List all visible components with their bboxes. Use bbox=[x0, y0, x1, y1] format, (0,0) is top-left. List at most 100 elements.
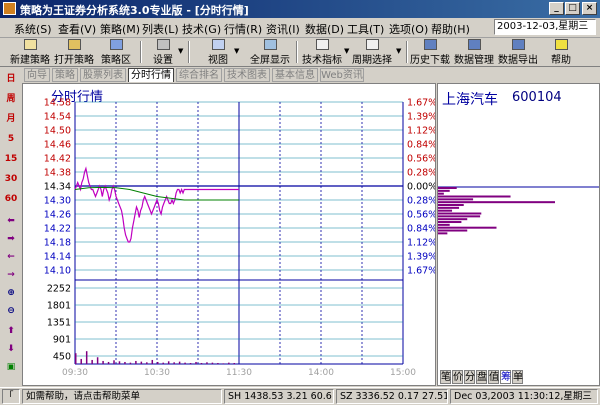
price-tick-label: 14.22 bbox=[44, 224, 71, 235]
price-distribution-bar bbox=[438, 192, 444, 195]
percent-tick-label: 0.84% bbox=[407, 140, 435, 151]
history-download-button[interactable]: 历史下载 bbox=[410, 39, 450, 66]
arrow-left-end-icon[interactable]: ← bbox=[3, 249, 19, 265]
period-60min-button[interactable]: 60 bbox=[3, 191, 19, 207]
volume-chart bbox=[75, 351, 236, 364]
detail-tab-orders[interactable]: 单 bbox=[512, 370, 523, 384]
strategy-area-button[interactable]: 策略区 bbox=[100, 39, 132, 66]
detail-tab-price[interactable]: 价 bbox=[452, 370, 463, 384]
price-distribution-bar bbox=[438, 198, 474, 201]
arrow-down-icon[interactable]: ⬇ bbox=[3, 341, 19, 357]
volume-bar bbox=[85, 351, 88, 364]
settings-button[interactable]: 设置 bbox=[150, 39, 176, 66]
close-button[interactable]: × bbox=[582, 2, 597, 15]
tab-tech-chart[interactable]: 技术图表 bbox=[224, 68, 270, 82]
window-title: 策略为王证券分析系统3.0专业版 - [分时行情] bbox=[20, 4, 249, 17]
intraday-chart[interactable]: 分时行情 14.5814.5414.5014.4614.4214.3814.34… bbox=[23, 84, 435, 385]
period-select-dropdown-icon[interactable]: ▼ bbox=[396, 47, 401, 55]
tab-wizard[interactable]: 向导 bbox=[24, 68, 50, 82]
tech-indicators-dropdown-icon[interactable]: ▼ bbox=[344, 47, 349, 55]
menu-help[interactable]: 帮助(H) bbox=[431, 21, 470, 37]
volume-bar bbox=[222, 363, 225, 364]
period-30min-button[interactable]: 30 bbox=[3, 171, 19, 187]
detail-tab-value[interactable]: 值 bbox=[488, 370, 499, 384]
detail-tab-trades[interactable]: 笔 bbox=[440, 370, 451, 384]
menu-strategy[interactable]: 策略(M) bbox=[100, 21, 140, 37]
percent-tick-label: 0.28% bbox=[407, 196, 435, 207]
maximize-button[interactable]: □ bbox=[565, 2, 580, 15]
detail-tab-minute[interactable]: 分 bbox=[464, 370, 475, 384]
app-icon bbox=[3, 2, 16, 15]
menu-system[interactable]: 系统(S) bbox=[14, 21, 52, 37]
volume-tick-label: 1351 bbox=[47, 318, 71, 329]
menu-view[interactable]: 查看(V) bbox=[58, 21, 96, 37]
zoom-out-icon[interactable]: ⊖ bbox=[3, 303, 19, 319]
status-datetime: Dec 03,2003 11:30:12,星期三 bbox=[450, 389, 598, 404]
tab-ranking[interactable]: 综合排名 bbox=[176, 68, 222, 82]
period-week-button[interactable]: 周 bbox=[3, 91, 19, 107]
data-manage-icon bbox=[467, 39, 481, 50]
zoom-in-icon[interactable]: ⊕ bbox=[3, 285, 19, 301]
tech-indicators-button[interactable]: 技术指标 bbox=[302, 39, 342, 66]
percent-tick-label: 1.67% bbox=[407, 98, 435, 109]
arrow-right-end-icon[interactable]: → bbox=[3, 267, 19, 283]
date-field[interactable]: 2003-12-03,星期三 bbox=[494, 19, 596, 35]
menu-list[interactable]: 列表(L) bbox=[142, 21, 179, 37]
settings-dropdown-icon[interactable]: ▼ bbox=[178, 47, 183, 55]
open-strategy-button[interactable]: 打开策略 bbox=[54, 39, 94, 66]
view-dropdown-icon[interactable]: ▼ bbox=[234, 47, 239, 55]
help-button[interactable]: 帮助 bbox=[548, 39, 574, 66]
menu-options[interactable]: 选项(O) bbox=[389, 21, 428, 37]
detail-tab-chips[interactable]: 筹 bbox=[500, 370, 511, 384]
percent-tick-label: 1.12% bbox=[407, 238, 435, 249]
price-tick-label: 14.50 bbox=[44, 126, 71, 137]
arrow-right-icon[interactable]: ➡ bbox=[3, 231, 19, 247]
period-5min-button[interactable]: 5 bbox=[3, 131, 19, 147]
price-tick-label: 14.38 bbox=[44, 168, 71, 179]
data-export-button[interactable]: 数据导出 bbox=[498, 39, 538, 66]
folder-icon bbox=[67, 39, 81, 50]
price-distribution-bars bbox=[438, 187, 555, 235]
volume-bar bbox=[96, 357, 99, 364]
menu-tech[interactable]: 技术(G) bbox=[182, 21, 221, 37]
tab-web-info[interactable]: Web资讯 bbox=[320, 68, 364, 82]
strategy-area-label: 策略区 bbox=[101, 55, 131, 66]
tab-basic-info[interactable]: 基本信息 bbox=[272, 68, 318, 82]
data-manage-button[interactable]: 数据管理 bbox=[454, 39, 494, 66]
minimize-button[interactable]: _ bbox=[549, 2, 564, 15]
view-label: 视图 bbox=[208, 55, 228, 66]
percent-tick-label: 1.39% bbox=[407, 252, 435, 263]
menu-info[interactable]: 资讯(I) bbox=[266, 21, 300, 37]
new-strategy-label: 新建策略 bbox=[10, 55, 50, 66]
status-sh-index: SH 1438.53 3.21 60.61 bbox=[224, 389, 334, 404]
arrow-left-icon[interactable]: ⬅ bbox=[3, 213, 19, 229]
fullscreen-button[interactable]: 全屏显示 bbox=[250, 39, 290, 66]
detail-tab-book[interactable]: 盘 bbox=[476, 370, 487, 384]
view-button[interactable]: 视图 bbox=[205, 39, 231, 66]
volume-bar bbox=[129, 362, 132, 364]
stock-code: 600104 bbox=[512, 90, 562, 105]
help-label: 帮助 bbox=[551, 55, 571, 66]
period-day-button[interactable]: 日 bbox=[3, 71, 19, 87]
menu-data[interactable]: 数据(D) bbox=[305, 21, 344, 37]
status-bar: 「 如需帮助，请点击帮助菜单 SH 1438.53 3.21 60.61 SZ … bbox=[0, 387, 600, 405]
export-icon[interactable]: ▣ bbox=[3, 359, 19, 375]
volume-bar bbox=[124, 361, 126, 364]
price-distribution-bar bbox=[438, 195, 511, 198]
volume-bar bbox=[75, 353, 77, 364]
period-month-button[interactable]: 月 bbox=[3, 111, 19, 127]
tab-stock-list[interactable]: 股票列表 bbox=[80, 68, 126, 82]
period-select-button[interactable]: 周期选择 bbox=[352, 39, 392, 66]
tab-strategy[interactable]: 策略 bbox=[52, 68, 78, 82]
volume-bar bbox=[200, 362, 203, 364]
tab-intraday[interactable]: 分时行情 bbox=[128, 68, 174, 82]
period-15min-button[interactable]: 15 bbox=[3, 151, 19, 167]
new-strategy-button[interactable]: 新建策略 bbox=[10, 39, 50, 66]
menu-tools[interactable]: 工具(T) bbox=[347, 21, 384, 37]
price-distribution-chart bbox=[438, 186, 599, 235]
menu-quote[interactable]: 行情(R) bbox=[224, 21, 262, 37]
strategy-area-icon bbox=[109, 39, 123, 50]
volume-bar bbox=[178, 361, 181, 364]
arrow-up-icon[interactable]: ⬆ bbox=[3, 323, 19, 339]
intraday-chart-panel[interactable]: 分时行情 14.58 14.54 14.50 14.46 14.42 14.38 14.34… bbox=[22, 83, 436, 386]
